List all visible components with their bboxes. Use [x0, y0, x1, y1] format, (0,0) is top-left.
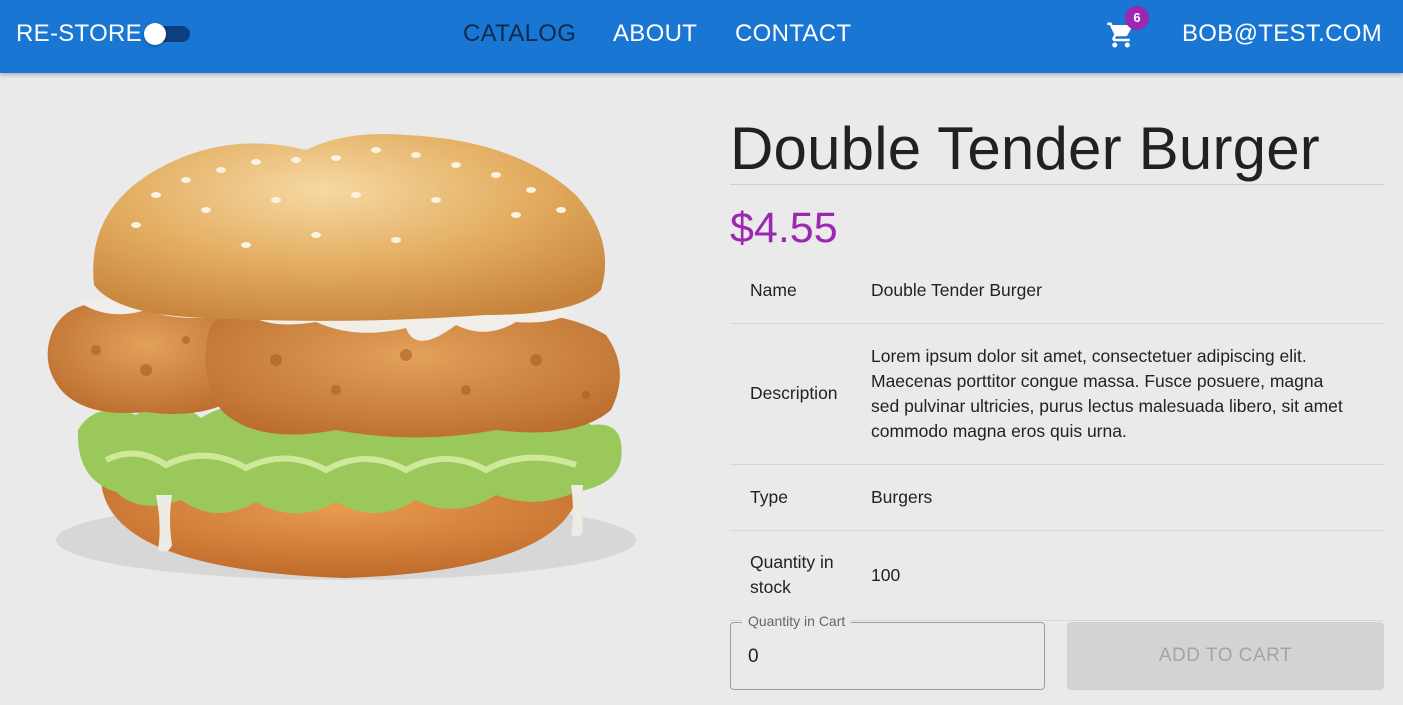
table-row: Quantity in stock 100 [730, 530, 1384, 621]
detail-value: Double Tender Burger [871, 258, 1384, 324]
burger-photo [47, 134, 636, 580]
app-bar: RE-STORE CATALOG ABOUT CONTACT 6 BOB@TES… [0, 0, 1403, 73]
detail-value: Lorem ipsum dolor sit amet, consectetuer… [871, 323, 1384, 465]
table-row: Name Double Tender Burger [730, 258, 1384, 324]
product-details-table: Name Double Tender Burger Description Lo… [730, 258, 1384, 621]
quantity-input-value[interactable]: 0 [748, 646, 759, 668]
detail-value: Burgers [871, 464, 1384, 531]
quantity-input-label: Quantity in Cart [742, 613, 852, 629]
cart-count-badge: 6 [1125, 6, 1149, 30]
nav-link-catalog[interactable]: CATALOG [463, 20, 576, 48]
table-row: Type Burgers [730, 464, 1384, 531]
table-row: Description Lorem ipsum dolor sit amet, … [730, 323, 1384, 465]
detail-label: Description [730, 323, 871, 465]
title-divider [730, 184, 1384, 185]
nav-link-about[interactable]: ABOUT [613, 20, 697, 48]
switch-thumb[interactable] [144, 23, 166, 45]
user-menu-button[interactable]: BOB@TEST.COM [1182, 20, 1382, 48]
product-price: $4.55 [730, 204, 838, 252]
dark-mode-switch[interactable] [142, 23, 190, 45]
quantity-input[interactable] [730, 622, 1045, 690]
add-to-cart-button[interactable]: ADD TO CART [1067, 622, 1384, 690]
nav-link-contact[interactable]: CONTACT [735, 20, 851, 48]
detail-label: Name [730, 258, 871, 324]
detail-label: Type [730, 464, 871, 531]
product-title: Double Tender Burger [730, 115, 1320, 182]
detail-value: 100 [871, 530, 1384, 621]
detail-label: Quantity in stock [730, 530, 871, 621]
brand-title[interactable]: RE-STORE [16, 20, 142, 48]
